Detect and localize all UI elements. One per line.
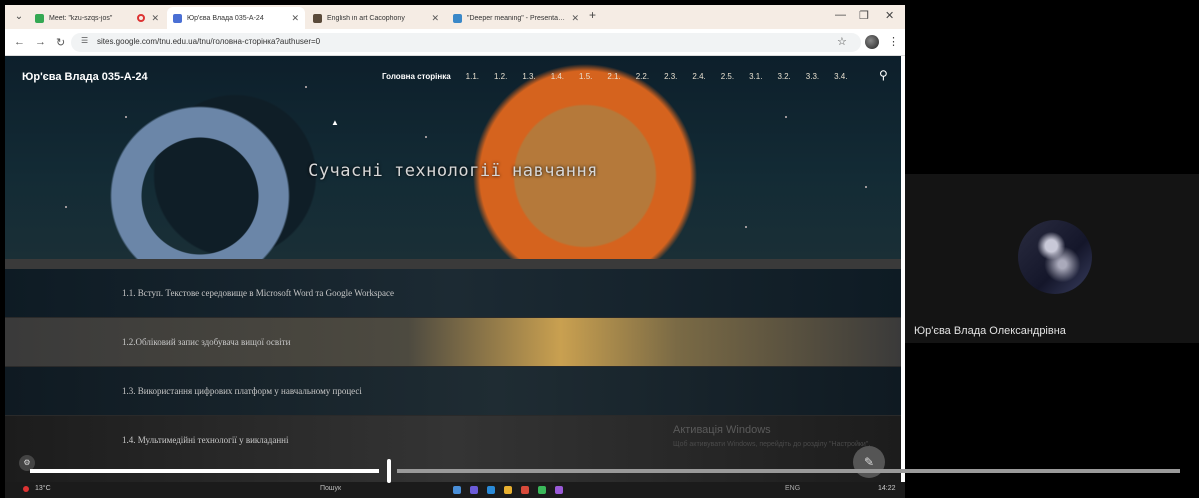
- url-text: sites.google.com/tnu.edu.ua/tnu/головна-…: [97, 37, 321, 46]
- section-link-1-3[interactable]: 1.3. Використання цифрових платформ у на…: [5, 367, 901, 415]
- tab-presentation[interactable]: "Deeper meaning" - Presentati... ✕: [447, 7, 585, 29]
- tab-label: English in art Cacophony: [327, 14, 405, 22]
- nav-item-1-4[interactable]: 1.4.: [551, 72, 564, 81]
- nav-item-3-3[interactable]: 3.3.: [806, 72, 819, 81]
- search-icon[interactable]: ⚲: [879, 68, 888, 82]
- clock[interactable]: 14:22: [878, 485, 896, 492]
- nav-item-2-1[interactable]: 2.1.: [607, 72, 620, 81]
- windows-activation-subtext: Щоб активувати Windows, перейдіть до роз…: [673, 441, 871, 448]
- tab-label: "Deeper meaning" - Presentati...: [467, 14, 566, 22]
- app-icon[interactable]: [538, 486, 546, 494]
- nav-item-1-1[interactable]: 1.1.: [466, 72, 479, 81]
- page-favicon-icon: [313, 13, 322, 23]
- meet-favicon-icon: [35, 13, 44, 23]
- taskbar-search[interactable]: Пошук: [320, 485, 341, 492]
- chrome-icon[interactable]: [521, 486, 529, 494]
- tab-english-art[interactable]: English in art Cacophony ✕: [307, 7, 445, 29]
- close-icon[interactable]: ✕: [431, 13, 439, 24]
- star-decoration: [785, 116, 787, 118]
- site-info-icon[interactable]: ☰: [81, 36, 88, 45]
- nav-item-3-2[interactable]: 3.2.: [777, 72, 790, 81]
- nav-home[interactable]: Головна сторінка: [382, 72, 451, 81]
- hero-title: Сучасні технології навчання: [308, 161, 598, 181]
- tab-meet[interactable]: Meet: "kzu-szqs-jos" ✕: [29, 7, 165, 29]
- participant-name: Юр'єва Влада Олександрівна: [914, 325, 1066, 337]
- profile-avatar[interactable]: [865, 35, 879, 49]
- seek-remaining: [397, 469, 1180, 473]
- star-decoration: [65, 206, 67, 208]
- close-icon[interactable]: ✕: [571, 13, 579, 24]
- restore-icon[interactable]: ❐: [859, 9, 869, 22]
- windows-taskbar: 13°C Пошук ENG 14:22: [5, 482, 905, 498]
- reload-icon[interactable]: ↻: [56, 36, 65, 49]
- back-arrow-icon[interactable]: ←: [14, 36, 25, 48]
- presentation-favicon-icon: [453, 13, 462, 23]
- section-link-1-1[interactable]: 1.1. Вступ. Текстове середовище в Micros…: [5, 269, 901, 317]
- weather-temp[interactable]: 13°C: [35, 485, 51, 492]
- site-navigation: Головна сторінка 1.1. 1.2. 1.3. 1.4. 1.5. 2.1.…: [382, 72, 862, 81]
- windows-activation-watermark: Активація Windows: [673, 424, 771, 436]
- nav-item-1-5[interactable]: 1.5.: [579, 72, 592, 81]
- bookmark-star-icon[interactable]: ☆: [837, 35, 847, 48]
- participant-tile[interactable]: Юр'єва Влада Олександрівна: [905, 174, 1199, 343]
- star-decoration: [305, 86, 307, 88]
- site-title[interactable]: Юр'єва Влада 035-А-24: [22, 71, 148, 83]
- close-icon[interactable]: ✕: [291, 13, 299, 24]
- nav-item-3-4[interactable]: 3.4.: [834, 72, 847, 81]
- forward-arrow-icon[interactable]: →: [35, 36, 46, 48]
- browser-window: ⌄ Meet: "kzu-szqs-jos" ✕ Юр'єва Влада 03…: [5, 5, 905, 498]
- tab-site-active[interactable]: Юр'єва Влада 035-А-24 ✕: [167, 7, 305, 29]
- tab-label: Meet: "kzu-szqs-jos": [49, 14, 113, 22]
- sites-favicon-icon: [173, 13, 182, 23]
- new-tab-plus-icon[interactable]: +: [589, 8, 596, 22]
- edit-pencil-icon[interactable]: ✎: [853, 446, 885, 478]
- screen: ⌄ Meet: "kzu-szqs-jos" ✕ Юр'єва Влада 03…: [0, 0, 1199, 498]
- recording-icon: [137, 14, 146, 22]
- tab-label: Юр'єва Влада 035-А-24: [187, 14, 264, 22]
- app-icon[interactable]: [453, 486, 461, 494]
- taskbar-apps: [453, 486, 563, 494]
- star-decoration: [425, 136, 427, 138]
- window-close-icon[interactable]: ✕: [885, 9, 894, 22]
- section-label: 1.3. Використання цифрових платформ у на…: [122, 386, 362, 396]
- star-decoration: [125, 116, 127, 118]
- seek-handle[interactable]: [387, 459, 391, 483]
- hero-banner: Юр'єва Влада 035-А-24 Головна сторінка 1.…: [5, 56, 901, 259]
- video-seek-bar[interactable]: [30, 459, 1180, 483]
- star-decoration: [865, 186, 867, 188]
- weather-alert-icon: [23, 486, 29, 492]
- address-bar: ← → ↻ ☰ sites.google.com/tnu.edu.ua/tnu/…: [5, 29, 905, 56]
- minimize-icon[interactable]: —: [835, 9, 846, 21]
- tab-search-chevron-icon[interactable]: ⌄: [11, 9, 27, 25]
- section-label: 1.2.Обліковий запис здобувача вищої осві…: [122, 337, 291, 347]
- section-link-1-2[interactable]: 1.2.Обліковий запис здобувача вищої осві…: [5, 318, 901, 366]
- section-label: 1.4. Мультимедійні технології у викладан…: [122, 435, 289, 445]
- language-indicator[interactable]: ENG: [785, 485, 800, 492]
- nav-item-2-3[interactable]: 2.3.: [664, 72, 677, 81]
- nav-item-2-4[interactable]: 2.4.: [692, 72, 705, 81]
- app-icon[interactable]: [470, 486, 478, 494]
- star-decoration: [745, 226, 747, 228]
- url-field[interactable]: ☰ sites.google.com/tnu.edu.ua/tnu/головн…: [71, 33, 861, 52]
- close-icon[interactable]: ✕: [151, 13, 159, 24]
- more-menu-icon[interactable]: ⋮: [888, 35, 899, 48]
- tab-strip: ⌄ Meet: "kzu-szqs-jos" ✕ Юр'єва Влада 03…: [5, 5, 905, 29]
- nav-item-1-3[interactable]: 1.3.: [522, 72, 535, 81]
- site-content: Юр'єва Влада 035-А-24 Головна сторінка 1.…: [5, 56, 901, 498]
- folder-icon[interactable]: [504, 486, 512, 494]
- seek-played: [30, 469, 379, 473]
- participant-avatar: [1018, 220, 1092, 294]
- divider: [5, 259, 901, 269]
- app-icon[interactable]: [487, 486, 495, 494]
- nav-item-1-2[interactable]: 1.2.: [494, 72, 507, 81]
- nav-item-2-2[interactable]: 2.2.: [636, 72, 649, 81]
- app-icon[interactable]: [555, 486, 563, 494]
- mouse-cursor-icon: ▲: [331, 118, 339, 127]
- section-label: 1.1. Вступ. Текстове середовище в Micros…: [122, 288, 394, 298]
- nav-item-3-1[interactable]: 3.1.: [749, 72, 762, 81]
- nav-item-2-5[interactable]: 2.5.: [721, 72, 734, 81]
